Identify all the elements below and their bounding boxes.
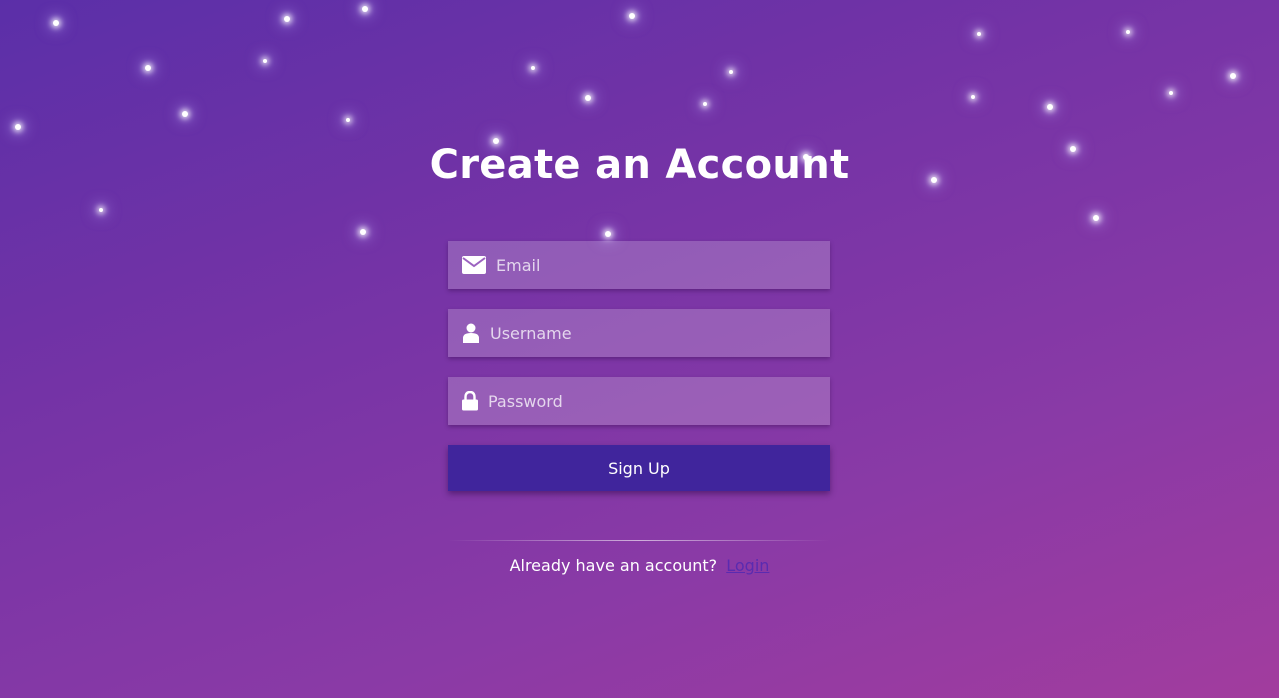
signup-form: Sign Up	[448, 241, 830, 491]
star-icon	[1230, 73, 1236, 79]
star-icon	[1169, 91, 1173, 95]
password-input[interactable]	[488, 377, 808, 425]
star-icon	[971, 95, 975, 99]
star-icon	[629, 13, 635, 19]
username-input[interactable]	[490, 309, 810, 357]
divider	[448, 540, 830, 541]
email-input[interactable]	[496, 241, 816, 289]
user-icon	[462, 309, 480, 357]
star-icon	[585, 95, 591, 101]
star-icon	[99, 208, 103, 212]
star-icon	[53, 20, 59, 26]
star-icon	[263, 59, 267, 63]
sign-up-button[interactable]: Sign Up	[448, 445, 830, 491]
star-field-decoration	[0, 0, 1279, 260]
star-icon	[977, 32, 981, 36]
star-icon	[703, 102, 707, 106]
login-prompt: Already have an account? Login	[0, 556, 1279, 575]
login-prompt-text: Already have an account?	[509, 556, 718, 575]
star-icon	[729, 70, 733, 74]
star-icon	[182, 111, 188, 117]
star-icon	[346, 118, 350, 122]
star-icon	[1126, 30, 1130, 34]
password-field-container	[448, 377, 830, 425]
username-field-container	[448, 309, 830, 357]
star-icon	[284, 16, 290, 22]
star-icon	[362, 6, 368, 12]
star-icon	[1093, 215, 1099, 221]
envelope-icon	[462, 241, 486, 289]
star-icon	[360, 229, 366, 235]
star-icon	[605, 231, 611, 237]
star-icon	[15, 124, 21, 130]
login-link[interactable]: Login	[726, 556, 769, 575]
lock-icon	[462, 377, 478, 425]
page-title: Create an Account	[429, 142, 850, 188]
star-icon	[531, 66, 535, 70]
star-icon	[1047, 104, 1053, 110]
email-field-container	[448, 241, 830, 289]
star-icon	[145, 65, 151, 71]
